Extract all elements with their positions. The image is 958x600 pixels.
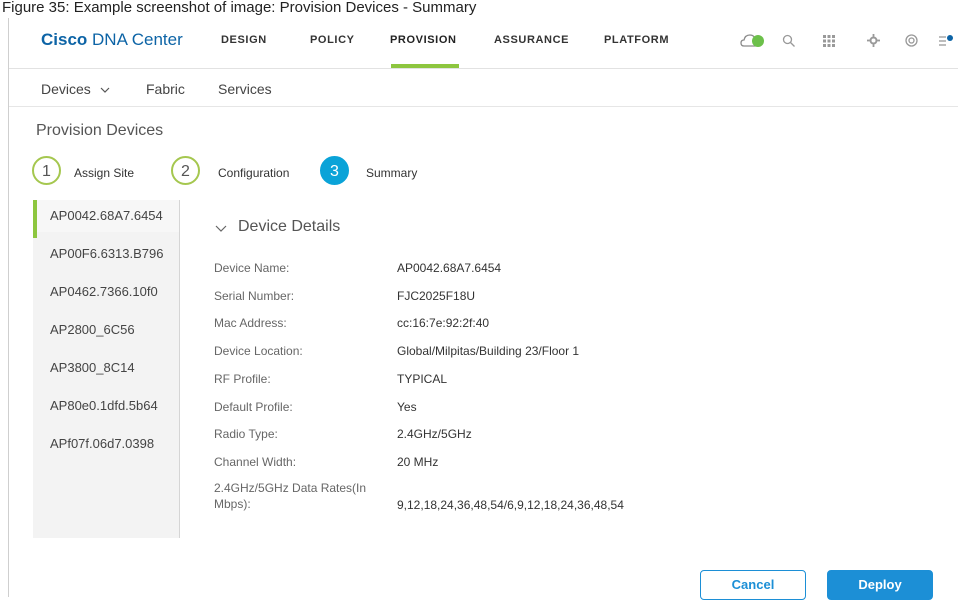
action-footer: Cancel Deploy: [9, 570, 958, 600]
step-number-badge: 2: [171, 156, 200, 185]
detail-value: 9,12,18,24,36,48,54/6,9,12,18,24,36,48,5…: [397, 498, 624, 512]
detail-value: Global/Milpitas/Building 23/Floor 1: [397, 344, 580, 358]
device-name: AP3800_8C14: [50, 360, 135, 375]
cancel-button[interactable]: Cancel: [700, 570, 806, 600]
caption-text: Figure 35: Example screenshot of image: …: [2, 0, 477, 16]
detail-value: 2.4GHz/5GHz: [397, 427, 472, 441]
detail-value: TYPICAL: [397, 372, 448, 386]
brand-logo[interactable]: Cisco DNA Center: [41, 30, 183, 50]
subnav-services[interactable]: Services: [218, 81, 272, 97]
device-list: AP0042.68A7.6454 AP00F6.6313.B796 AP0462…: [33, 200, 180, 538]
device-list-item[interactable]: AP00F6.6313.B796: [33, 238, 179, 270]
sub-navigation-bar: Devices Fabric Services: [9, 69, 958, 107]
brand-name-bold: Cisco: [41, 30, 88, 49]
device-list-item[interactable]: AP0042.68A7.6454: [33, 200, 179, 238]
detail-label: Radio Type:: [214, 427, 278, 441]
step-label: Configuration: [218, 166, 290, 180]
device-list-item[interactable]: AP80e0.1dfd.5b64: [33, 390, 179, 422]
device-list-item[interactable]: APf07f.06d7.0398: [33, 428, 179, 460]
detail-value: AP0042.68A7.6454: [397, 261, 502, 275]
subnav-devices-label: Devices: [41, 81, 91, 97]
detail-label: Channel Width:: [214, 455, 297, 469]
nav-assurance[interactable]: ASSURANCE: [494, 34, 569, 46]
help-icon[interactable]: [900, 30, 922, 52]
nav-design[interactable]: DESIGN: [221, 34, 267, 46]
detail-label-line2: Mbps):: [214, 497, 251, 511]
notifications-icon[interactable]: [936, 30, 956, 52]
chevron-down-icon: [100, 87, 110, 94]
top-navigation-bar: Cisco DNA Center DESIGN POLICY PROVISION…: [9, 18, 958, 69]
page-title: Provision Devices: [36, 122, 164, 139]
step-label: Assign Site: [74, 166, 135, 180]
device-list-item[interactable]: AP3800_8C14: [33, 352, 179, 384]
subnav-fabric[interactable]: Fabric: [146, 81, 185, 97]
detail-label: Device Location:: [214, 344, 303, 358]
nav-policy[interactable]: POLICY: [310, 34, 355, 46]
deploy-button[interactable]: Deploy: [827, 570, 933, 600]
dna-center-window: Cisco DNA Center DESIGN POLICY PROVISION…: [8, 18, 958, 600]
step-label: Summary: [366, 166, 418, 180]
step-number-badge: 1: [32, 156, 61, 185]
active-nav-indicator: [391, 64, 459, 68]
brand-name-rest: DNA Center: [92, 30, 183, 49]
section-title-device-details[interactable]: Device Details: [238, 218, 340, 236]
device-list-item[interactable]: AP0462.7366.10f0: [33, 276, 179, 308]
subnav-devices-dropdown[interactable]: Devices: [41, 81, 110, 97]
device-name: AP0462.7366.10f0: [50, 284, 158, 299]
detail-value: Yes: [397, 400, 417, 414]
search-icon[interactable]: [778, 30, 800, 52]
device-name: AP80e0.1dfd.5b64: [50, 398, 158, 413]
apps-grid-icon[interactable]: [818, 30, 840, 52]
detail-value: 20 MHz: [397, 455, 439, 469]
settings-gear-icon[interactable]: [862, 30, 884, 52]
device-name: AP00F6.6313.B796: [50, 246, 164, 261]
detail-value: cc:16:7e:92:2f:40: [397, 316, 490, 330]
detail-label: RF Profile:: [214, 372, 271, 386]
detail-label-line1: 2.4GHz/5GHz Data Rates(In: [214, 481, 367, 495]
detail-label: Default Profile:: [214, 400, 293, 414]
cloud-status-icon[interactable]: [740, 32, 766, 48]
nav-platform[interactable]: PLATFORM: [604, 34, 669, 46]
figure-caption: Figure 35: Example screenshot of image: …: [0, 0, 958, 18]
detail-label: Mac Address:: [214, 316, 287, 330]
nav-provision[interactable]: PROVISION: [390, 34, 457, 46]
device-name: APf07f.06d7.0398: [50, 436, 155, 451]
detail-value: FJC2025F18U: [397, 289, 476, 303]
device-list-item[interactable]: AP2800_6C56: [33, 314, 179, 346]
device-name: AP0042.68A7.6454: [50, 208, 163, 223]
detail-label: Serial Number:: [214, 289, 295, 303]
collapse-chevron-icon[interactable]: [214, 222, 228, 236]
device-name: AP2800_6C56: [50, 322, 135, 337]
detail-label: Device Name:: [214, 261, 290, 275]
step-number-badge: 3: [320, 156, 349, 185]
